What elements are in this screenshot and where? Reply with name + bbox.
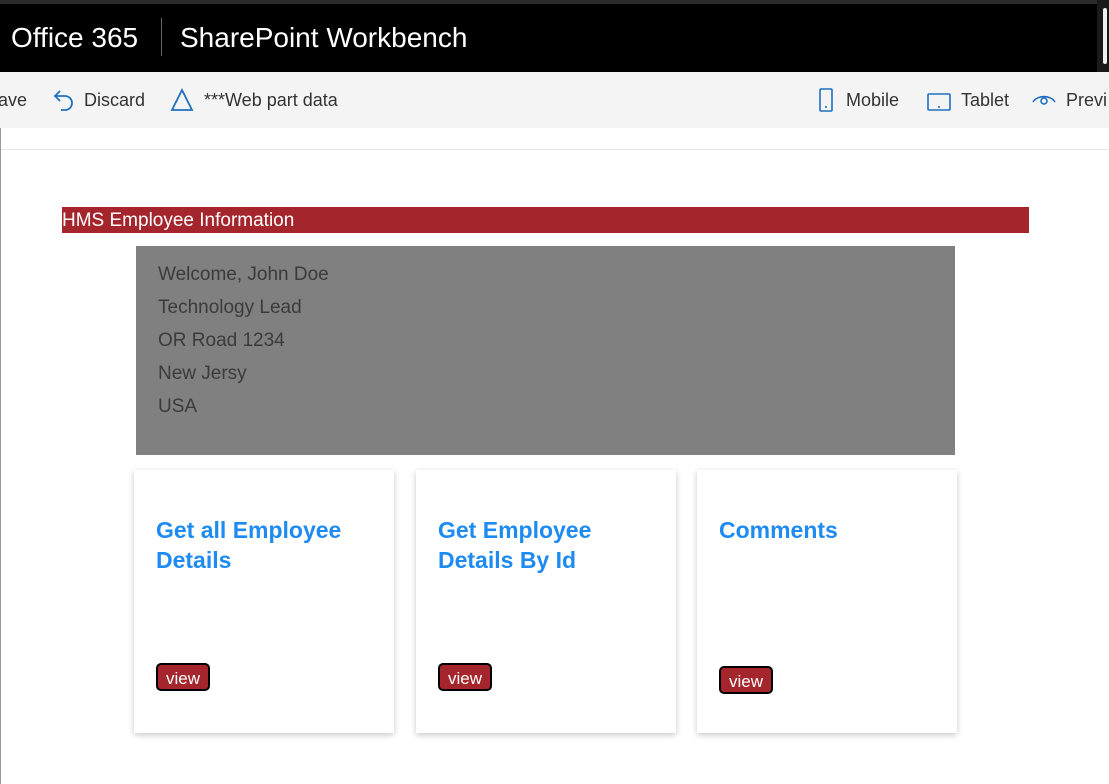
web-part-data-label: ***Web part data (204, 89, 338, 110)
suite-bar-divider (161, 18, 162, 56)
card-comments: Comments view (697, 470, 957, 733)
tablet-button[interactable]: Tablet (927, 72, 1009, 128)
view-button[interactable]: view (719, 666, 773, 694)
command-bar: ave Discard ***Web part data Mobile Tabl… (0, 72, 1109, 128)
save-label: ave (0, 89, 28, 110)
scrollbar[interactable] (1097, 0, 1109, 72)
preview-button[interactable]: Previ (1032, 72, 1107, 128)
save-button[interactable]: ave (0, 72, 27, 128)
state-text: New Jersy (158, 363, 247, 384)
canvas-left-edge (0, 128, 1, 784)
tablet-label: Tablet (961, 89, 1010, 110)
suite-bar-top-line (0, 0, 1109, 4)
tablet-icon (927, 93, 951, 111)
job-title-text: Technology Lead (158, 297, 302, 318)
mobile-button[interactable]: Mobile (816, 72, 899, 128)
card-get-all-employee-details: Get all Employee Details view (134, 470, 394, 733)
app-title[interactable]: SharePoint Workbench (180, 20, 467, 56)
welcome-text: Welcome, John Doe (158, 264, 329, 285)
scrollbar-thumb[interactable] (1103, 8, 1107, 64)
address-line-text: OR Road 1234 (158, 330, 285, 351)
card-title: Get Employee Details By Id (438, 517, 592, 573)
discard-label: Discard (84, 89, 146, 110)
view-button[interactable]: view (156, 663, 210, 691)
canvas-divider (0, 149, 1109, 150)
employee-info-box: Welcome, John Doe Technology Lead OR Roa… (136, 246, 955, 455)
eye-icon (1032, 95, 1056, 105)
web-part-data-button[interactable]: ***Web part data (170, 72, 338, 128)
triangle-icon (170, 88, 194, 111)
office-365-brand[interactable]: Office 365 (11, 20, 138, 56)
card-get-employee-details-by-id: Get Employee Details By Id view (416, 470, 676, 733)
view-button[interactable]: view (438, 663, 492, 691)
undo-icon (53, 90, 73, 111)
card-title: Get all Employee Details (156, 517, 342, 573)
web-part-header: HMS Employee Information (62, 207, 1029, 233)
country-text: USA (158, 396, 198, 417)
preview-label: Previ (1066, 89, 1108, 110)
discard-button[interactable]: Discard (52, 72, 145, 128)
suite-bar: Office 365 SharePoint Workbench (0, 0, 1109, 72)
card-title: Comments (719, 517, 838, 543)
phone-icon (819, 88, 833, 112)
mobile-label: Mobile (846, 89, 900, 110)
